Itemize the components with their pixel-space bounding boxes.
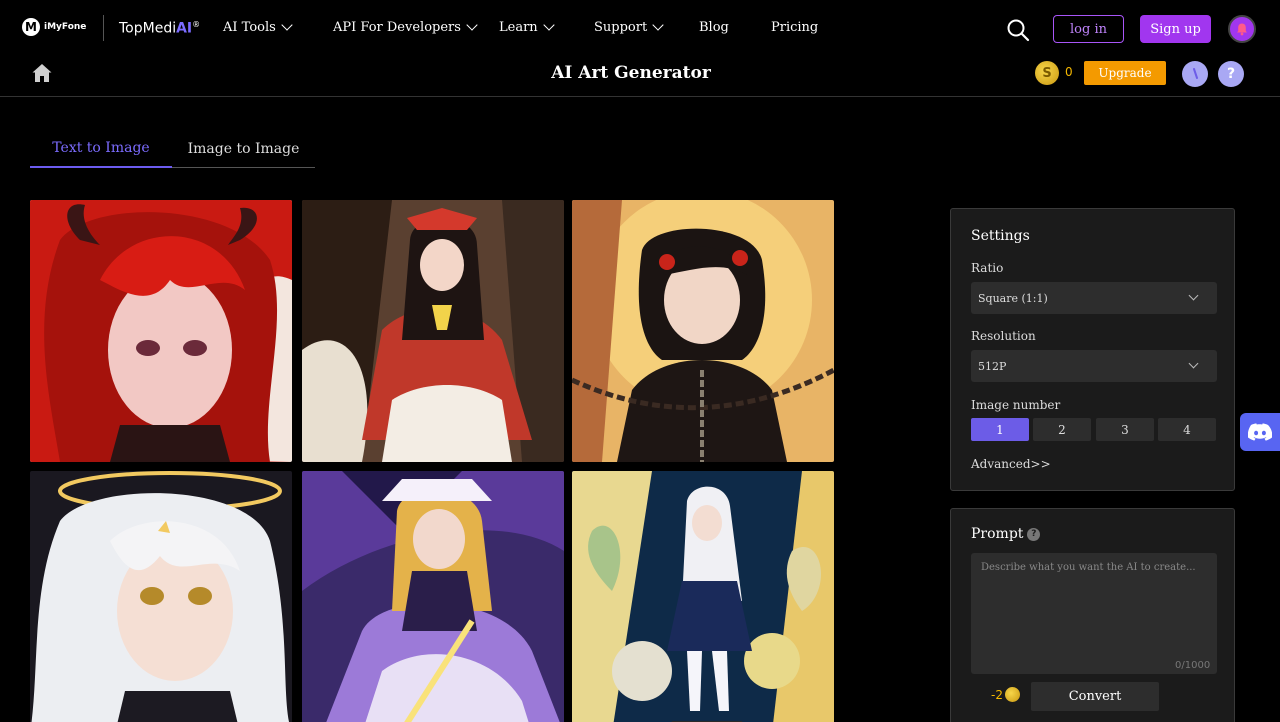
nav-support[interactable]: Support [594, 19, 664, 35]
cost-value: -2 [991, 687, 1003, 702]
prompt-input[interactable] [971, 553, 1217, 674]
gallery-image[interactable] [572, 471, 834, 722]
coin-icon: S [1035, 61, 1059, 85]
tab-image-to-image[interactable]: Image to Image [172, 130, 315, 168]
chevron-down-icon [652, 19, 664, 31]
nav-ai-tools-label: AI Tools [223, 20, 276, 35]
chevron-down-icon [1188, 290, 1199, 301]
resolution-select[interactable]: 512P [971, 350, 1217, 382]
anime-shrine-maiden-red-icon [302, 200, 564, 462]
discord-button[interactable] [1240, 413, 1280, 451]
nav-support-label: Support [594, 20, 648, 35]
nav-blog-label: Blog [699, 20, 729, 35]
anime-girl-chains-golden-icon [572, 200, 834, 462]
coin-icon [1004, 687, 1020, 702]
notification-button[interactable] [1228, 15, 1256, 43]
anime-girl-white-hair-halo-icon [30, 471, 292, 722]
ratio-select[interactable]: Square (1:1) [971, 282, 1217, 314]
imyfone-logo-text: iMyFone [44, 22, 87, 32]
nav-learn[interactable]: Learn [499, 19, 555, 35]
chevron-down-icon [466, 19, 478, 31]
logo-divider [103, 15, 104, 41]
nav-pricing-label: Pricing [771, 20, 819, 35]
gallery-image[interactable] [572, 200, 834, 462]
chevron-down-icon [281, 19, 293, 31]
chevron-down-icon [1188, 358, 1199, 369]
coin-balance: 0 [1065, 65, 1073, 79]
bell-icon [1237, 23, 1247, 36]
help-icon: ? [1226, 66, 1236, 82]
topmediai-logo-prefix: TopMedi [119, 20, 177, 37]
tab-text-to-image[interactable]: Text to Image [30, 130, 172, 168]
ratio-label: Ratio [971, 261, 1004, 275]
imyfone-logo[interactable]: M iMyFone [22, 18, 86, 36]
prompt-panel: Prompt? 0/1000 -2 Convert [950, 508, 1235, 722]
nav-api-for-developers[interactable]: API For Developers [333, 19, 478, 35]
trademark-symbol: ® [192, 20, 201, 29]
upgrade-button[interactable]: Upgrade [1084, 61, 1166, 85]
topmediai-logo-ai: AI [176, 20, 193, 37]
tool-header-bar: AI Art Generator S 0 Upgrade ? [0, 57, 1280, 97]
image-number-option-1[interactable]: 1 [971, 418, 1029, 441]
question-icon[interactable]: ? [1027, 527, 1041, 541]
character-counter: 0/1000 [1175, 660, 1211, 671]
chevron-down-icon [543, 19, 555, 31]
nav-ai-tools[interactable]: AI Tools [223, 19, 293, 35]
discord-icon [1248, 423, 1272, 441]
history-button[interactable] [1182, 61, 1208, 87]
gallery-image[interactable] [30, 471, 292, 722]
prompt-title: Prompt [971, 526, 1024, 542]
gallery-image[interactable] [302, 471, 564, 722]
topmediai-logo[interactable]: TopMediAI® [119, 20, 200, 37]
ratio-select-value: Square (1:1) [978, 291, 1048, 305]
convert-cost: -2 [991, 687, 1020, 702]
nav-learn-label: Learn [499, 20, 538, 35]
convert-button[interactable]: Convert [1031, 682, 1159, 711]
help-button[interactable]: ? [1218, 61, 1244, 87]
search-icon[interactable] [1006, 18, 1030, 42]
anime-girl-flowers-blue-icon [572, 471, 834, 722]
nav-blog[interactable]: Blog [699, 20, 729, 35]
gallery-image[interactable] [302, 200, 564, 462]
history-icon [1193, 68, 1198, 79]
image-number-option-3[interactable]: 3 [1096, 418, 1154, 441]
nav-pricing[interactable]: Pricing [771, 20, 818, 35]
image-number-option-2[interactable]: 2 [1033, 418, 1091, 441]
resolution-label: Resolution [971, 329, 1036, 343]
signup-button[interactable]: Sign up [1140, 15, 1211, 43]
image-number-option-4[interactable]: 4 [1158, 418, 1216, 441]
prompt-title-row: Prompt? [971, 526, 1041, 542]
resolution-select-value: 512P [978, 359, 1007, 373]
nav-api-label: API For Developers [333, 20, 461, 35]
advanced-toggle[interactable]: Advanced>> [971, 457, 1051, 471]
image-number-label: Image number [971, 398, 1061, 412]
login-button[interactable]: log in [1053, 15, 1124, 43]
page-title: AI Art Generator [551, 63, 711, 83]
anime-portrait-red-horns-icon [30, 200, 292, 462]
top-navbar: M iMyFone TopMediAI® AI Tools API For De… [0, 0, 1280, 57]
anime-witch-purple-icon [302, 471, 564, 722]
imyfone-logo-icon: M [22, 18, 40, 36]
sample-gallery [30, 200, 834, 722]
gallery-image[interactable] [30, 200, 292, 462]
settings-title: Settings [971, 228, 1030, 244]
settings-panel: Settings Ratio Square (1:1) Resolution 5… [950, 208, 1235, 491]
